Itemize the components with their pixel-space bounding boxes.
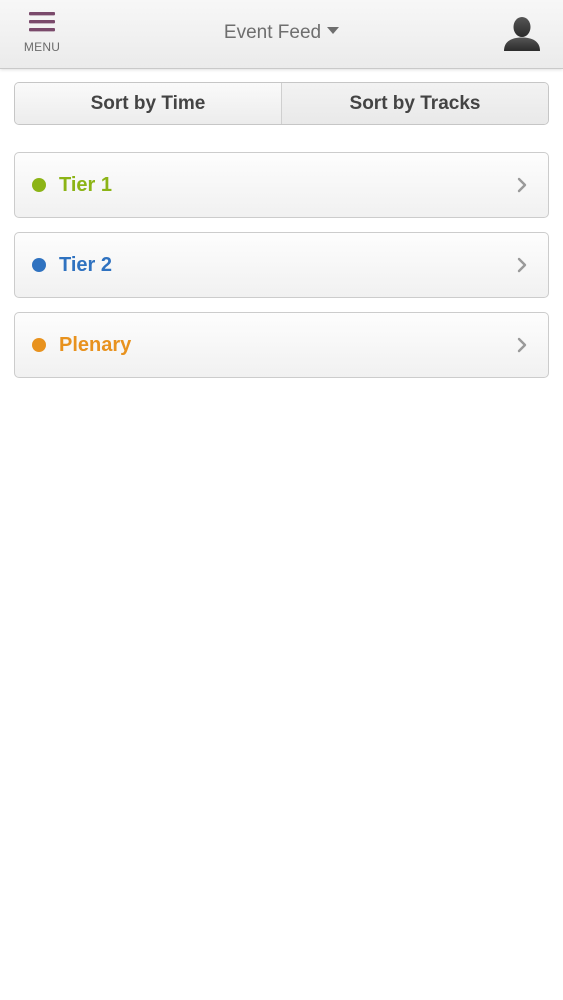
track-list: Tier 1 Tier 2 Plenary [14,152,549,392]
track-row-tier-1[interactable]: Tier 1 [14,152,549,218]
track-label: Tier 2 [59,254,112,276]
track-row-tier-2[interactable]: Tier 2 [14,232,549,298]
track-row-plenary[interactable]: Plenary [14,312,549,378]
page-title: Event Feed [223,22,322,43]
sort-by-tracks-button[interactable]: Sort by Tracks [282,83,548,124]
track-color-dot [32,258,46,272]
event-feed-dropdown[interactable]: Event Feed [223,22,340,44]
user-silhouette-icon [504,17,540,51]
track-color-dot [32,178,46,192]
chevron-right-icon [517,337,527,353]
caret-down-icon [327,27,340,35]
menu-button[interactable]: MENU [16,8,68,58]
hamburger-icon [29,12,55,32]
chevron-right-icon [517,257,527,273]
sort-segmented-control: Sort by Time Sort by Tracks [14,82,549,125]
track-label: Tier 1 [59,174,112,196]
chevron-right-icon [517,177,527,193]
menu-label: MENU [23,40,61,54]
sort-by-time-button[interactable]: Sort by Time [15,83,282,124]
profile-button[interactable] [501,15,543,55]
top-bar: MENU Event Feed [0,0,563,69]
track-color-dot [32,338,46,352]
track-label: Plenary [59,334,132,356]
